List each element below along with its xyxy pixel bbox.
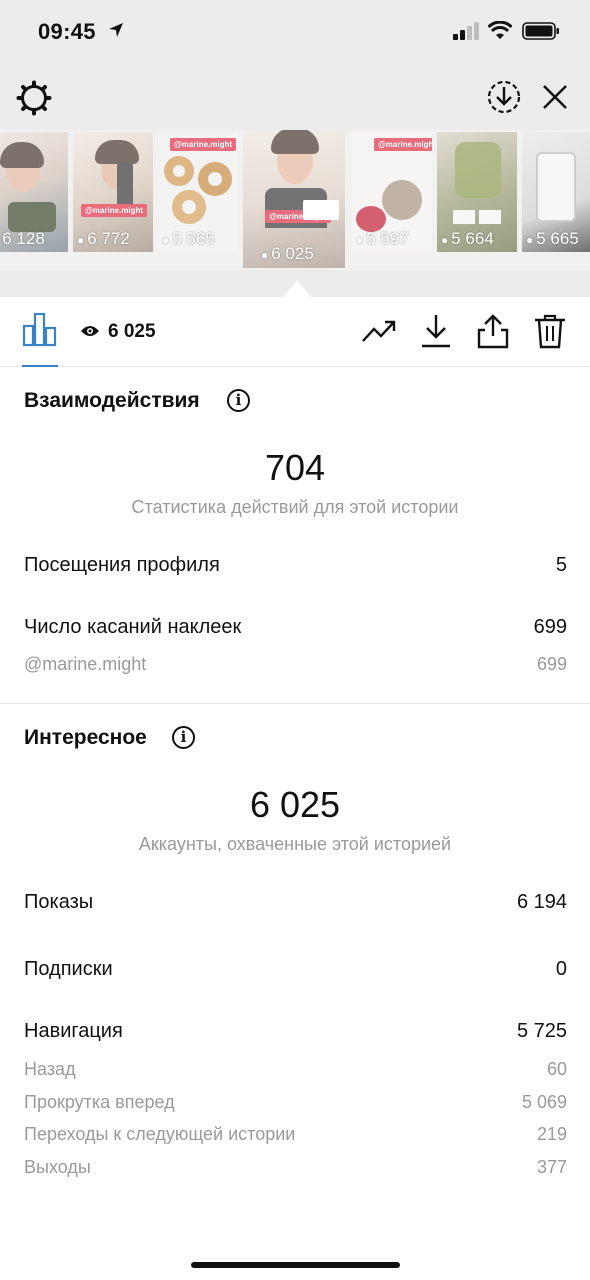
share-icon[interactable] [476,313,510,354]
stat-row: Подписки 0 [24,958,567,986]
insights-tab-bar: 6 025 [0,297,590,367]
story-thumbnail[interactable]: ● 5 664 [437,132,517,252]
stat-subrow: @marine.might 699 [24,654,567,682]
story-thumbnail[interactable]: @marine.might ● 5 597 [352,132,432,252]
story-views: ● 5 597 [356,229,409,248]
location-arrow-icon [108,22,124,43]
story-views: ● 6 025 [261,244,314,263]
trash-icon[interactable] [533,313,567,354]
viewers-count[interactable]: 6 025 [108,321,156,343]
interactions-total: 704 [264,447,326,488]
selected-story-pointer [283,280,311,297]
story-thumbnail-selected[interactable]: @marine.might ● 6 025 [243,130,345,268]
stat-subvalue: 699 [536,654,567,674]
status-time: 09:45 [38,19,96,44]
story-views: ● 5 565 [162,229,215,248]
story-thumbnail[interactable]: ●6 128 [0,132,68,252]
discovery-total-caption: Аккаунты, охваченные этой историей [138,834,452,854]
info-icon[interactable]: i [172,726,195,749]
stat-row: Посещения профиля 5 [24,554,567,582]
settings-gear-icon[interactable] [16,80,52,121]
discovery-total: 6 025 [249,784,341,825]
signal-bars-icon [453,22,481,45]
story-header: 09:45 6 128 @marine.might ● 6 772 @marin… [0,0,590,297]
interactions-total-caption: Статистика действий для этой истории [131,497,459,517]
section-divider [0,703,590,704]
stat-row: Показы 6 194 [24,891,567,919]
stat-row: Навигация 5 725 [24,1020,567,1048]
stat-label: Навигация [24,1020,123,1042]
story-views: ●6 128 [2,229,45,248]
stat-subvalue: 377 [536,1157,567,1177]
info-icon[interactable]: i [227,389,250,412]
stat-row: Число касаний наклеек 699 [24,616,567,644]
section-title-interactions: Взаимодействия [24,389,200,412]
trending-up-icon[interactable] [361,313,397,352]
stat-sublabel: Выходы [24,1157,91,1177]
battery-icon [522,22,560,45]
stat-value: 5 725 [516,1020,567,1042]
story-thumbnail[interactable]: @marine.might ● 6 772 [73,132,153,252]
stat-sublabel: Прокрутка вперед [24,1092,175,1112]
stat-subvalue: 219 [536,1124,567,1144]
eye-icon [80,323,100,344]
stat-value: 5 [555,554,567,576]
stat-subrow: Выходы 377 [24,1157,567,1185]
story-thumbnail-strip[interactable]: ●6 128 @marine.might ●6 772 @marine.migh… [0,130,590,270]
stat-subrow: Прокрутка вперед 5 069 [24,1092,567,1120]
stat-label: Подписки [24,958,113,980]
download-circle-icon[interactable] [486,79,522,120]
stat-subvalue: 5 069 [521,1092,567,1112]
stat-value: 699 [533,616,567,638]
story-mention-tag: @marine.might [81,204,148,217]
bar-chart-icon[interactable] [22,311,58,352]
stat-label: Число касаний наклеек [24,616,242,638]
download-icon[interactable] [419,313,453,354]
status-bar: 09:45 [0,0,590,64]
stat-sublabel: Переходы к следующей истории [24,1124,296,1144]
stat-label: Посещения профиля [24,554,220,576]
story-toolbar [0,72,590,122]
stat-subrow: Переходы к следующей истории 219 [24,1124,567,1152]
stat-sublabel: @marine.might [24,654,147,674]
stat-value: 6 194 [516,891,567,913]
active-tab-indicator [22,365,58,367]
stat-subrow: Назад 60 [24,1059,567,1087]
story-thumbnail[interactable]: @marine.might ● 5 565 [158,132,238,252]
stat-label: Показы [24,891,94,913]
story-views: ● 5 664 [441,229,494,248]
stat-sublabel: Назад [24,1059,76,1079]
section-title-discovery: Интересное [24,726,147,749]
story-views: ● 5 665 [526,229,579,248]
story-mention-tag: @marine.might [374,138,432,151]
stat-value: 0 [555,958,567,980]
stat-subvalue: 60 [546,1059,567,1079]
story-mention-tag: @marine.might [170,138,237,151]
home-indicator[interactable] [191,1262,400,1268]
story-thumbnail[interactable]: ● 5 665 [522,132,590,252]
close-icon[interactable] [541,83,569,116]
wifi-icon [487,20,513,46]
story-views: ● 6 772 [77,229,130,248]
